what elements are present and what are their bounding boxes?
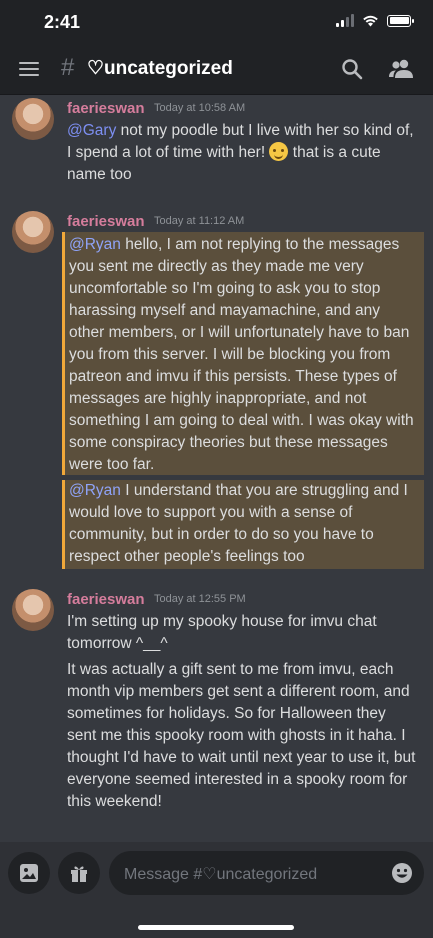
- message: faerieswan Today at 12:55 PM I'm setting…: [0, 587, 433, 827]
- message-list[interactable]: faerieswan Today at 10:58 AM @Gary not m…: [0, 94, 433, 842]
- mention-highlight-block: @Ryan I understand that you are struggli…: [62, 480, 424, 569]
- message-composer: Message #♡uncategorized: [0, 842, 433, 938]
- message: faerieswan Today at 10:58 AM @Gary not m…: [0, 94, 433, 204]
- menu-icon[interactable]: [19, 62, 39, 76]
- message: faerieswan Today at 11:12 AM @Ryan hello…: [0, 209, 433, 569]
- status-icons: [336, 14, 414, 27]
- wifi-icon: [363, 15, 378, 27]
- channel-header: # ♡uncategorized: [0, 44, 433, 95]
- message-text: It was actually a gift sent to me from i…: [67, 661, 416, 810]
- message-author[interactable]: faerieswan: [67, 100, 145, 117]
- members-icon[interactable]: [388, 58, 414, 80]
- gift-button[interactable]: [58, 852, 100, 894]
- mention[interactable]: @Ryan: [69, 236, 121, 253]
- message-author[interactable]: faerieswan: [67, 591, 145, 608]
- message-timestamp: Today at 10:58 AM: [154, 102, 246, 114]
- avatar[interactable]: [12, 98, 54, 140]
- image-icon: [20, 864, 38, 882]
- home-indicator[interactable]: [138, 925, 294, 930]
- channel-hash-icon: #: [61, 54, 75, 81]
- message-text: I'm setting up my spooky house for imvu …: [67, 613, 377, 652]
- battery-icon: [387, 14, 414, 27]
- message-input-placeholder: Message #♡uncategorized: [124, 866, 318, 883]
- message-text: @Ryan hello, I am not replying to the me…: [69, 236, 414, 473]
- channel-title: ♡uncategorized: [87, 58, 233, 79]
- gift-icon: [71, 866, 87, 882]
- mention[interactable]: @Gary: [67, 122, 116, 139]
- message-author[interactable]: faerieswan: [67, 213, 145, 230]
- mention[interactable]: @Ryan: [69, 482, 121, 499]
- avatar[interactable]: [12, 211, 54, 253]
- message-timestamp: Today at 11:12 AM: [154, 215, 245, 227]
- mention-highlight-block: @Ryan hello, I am not replying to the me…: [62, 232, 424, 475]
- search-icon[interactable]: [341, 58, 363, 80]
- message-input[interactable]: Message #♡uncategorized: [109, 851, 424, 895]
- avatar[interactable]: [12, 589, 54, 631]
- hugging-face-emoji: [269, 142, 289, 161]
- signal-icon: [336, 14, 354, 27]
- message-text: @Gary not my poodle but I live with her …: [67, 122, 414, 183]
- message-text: @Ryan I understand that you are struggli…: [69, 482, 408, 565]
- emoji-icon[interactable]: [391, 862, 413, 884]
- status-time: 2:41: [44, 12, 81, 32]
- status-bar: 2:41: [0, 0, 433, 44]
- image-button[interactable]: [8, 852, 50, 894]
- message-timestamp: Today at 12:55 PM: [154, 593, 246, 605]
